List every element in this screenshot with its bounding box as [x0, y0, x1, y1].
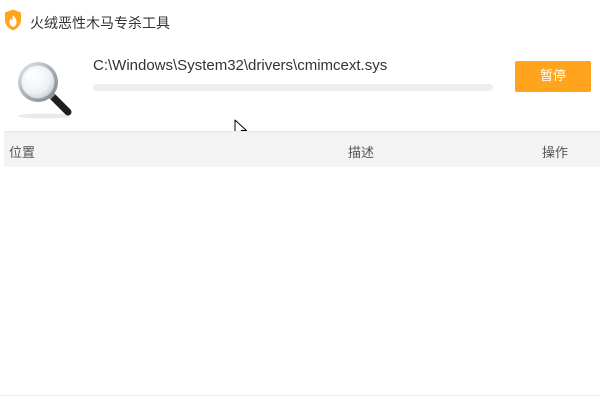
- scan-progress-bar: [93, 84, 493, 91]
- pause-button[interactable]: 暂停: [515, 61, 591, 92]
- column-header-location: 位置: [9, 146, 36, 161]
- footer-divider: [0, 395, 600, 396]
- current-scan-file: C:\Windows\System32\drivers\cmimcext.sys: [93, 57, 388, 74]
- app-title: 火绒恶性木马专杀工具: [30, 16, 170, 32]
- title-bar: 火绒恶性木马专杀工具: [0, 0, 600, 42]
- huorong-logo-icon: [5, 9, 21, 31]
- column-header-description: 描述: [348, 146, 375, 161]
- results-table-header: 位置 描述 操作: [4, 131, 600, 167]
- column-header-action: 操作: [542, 146, 569, 161]
- scan-panel: C:\Windows\System32\drivers\cmimcext.sys…: [0, 42, 600, 130]
- magnifier-icon: [18, 62, 72, 119]
- app-window: 火绒恶性木马专杀工具 C:\Windows\System32\drivers\c…: [0, 0, 600, 400]
- results-table-body[interactable]: [4, 167, 600, 394]
